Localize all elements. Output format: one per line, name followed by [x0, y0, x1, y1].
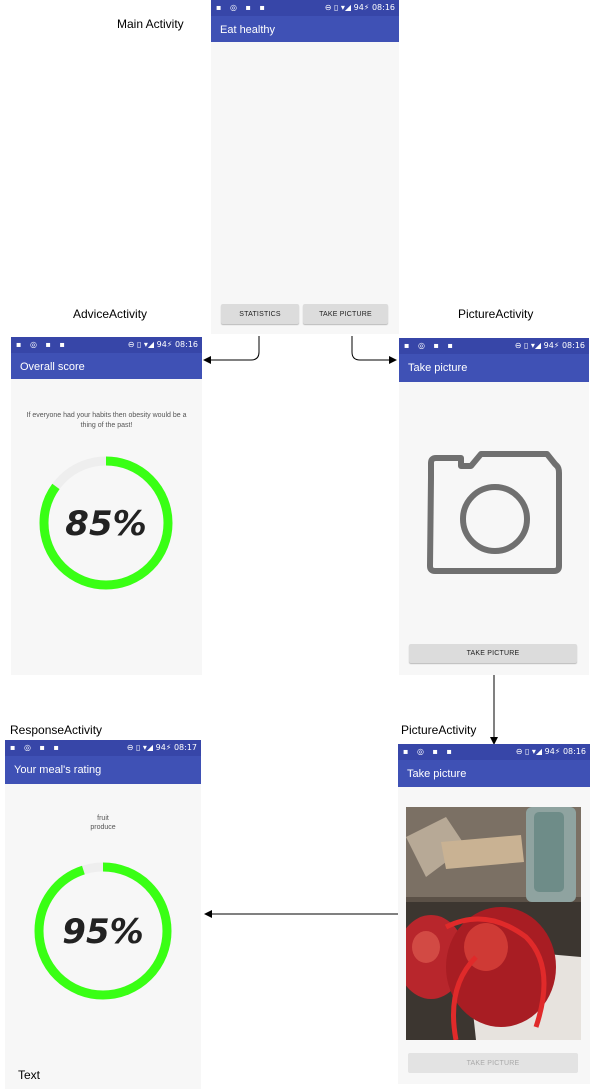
- score-ring: 95%: [34, 862, 172, 1000]
- app-bar-title: Take picture: [407, 768, 467, 780]
- response-activity-screen: ▪ ◎ ▪ ▪ ⊖ ▯ ▾◢ 94⚡ 08:17 Your meal's rat…: [5, 740, 201, 1089]
- app-bar: Take picture: [398, 760, 590, 787]
- score-value: 85%: [65, 504, 146, 544]
- status-right: ⊖ ▯ ▾◢ 94⚡ 08:16: [515, 747, 586, 756]
- camera-icon: [427, 451, 562, 574]
- take-picture-button[interactable]: TAKE PICTURE: [408, 1053, 578, 1073]
- arrow-main-to-picture: [351, 336, 397, 364]
- notification-icons: ▪ ◎ ▪ ▪: [403, 747, 455, 756]
- status-bar: ▪ ◎ ▪ ▪ ⊖ ▯ ▾◢ 94⚡ 08:16: [211, 0, 399, 16]
- status-right: ⊖ ▯ ▾◢ 94⚡ 08:16: [324, 3, 395, 12]
- picture-activity-screen: ▪ ◎ ▪ ▪ ⊖ ▯ ▾◢ 94⚡ 08:16 Take picture TA…: [399, 338, 589, 675]
- main-activity-screen: ▪ ◎ ▪ ▪ ⊖ ▯ ▾◢ 94⚡ 08:16 Eat healthy STA…: [211, 0, 399, 334]
- notification-icons: ▪ ◎ ▪ ▪: [216, 3, 268, 12]
- score-value: 95%: [62, 912, 143, 952]
- app-bar: Eat healthy: [211, 16, 399, 42]
- status-bar: ▪ ◎ ▪ ▪ ⊖ ▯ ▾◢ 94⚡ 08:16: [398, 744, 590, 760]
- take-picture-button[interactable]: TAKE PICTURE: [303, 304, 388, 324]
- arrow-main-to-advice: [203, 336, 260, 364]
- picture-result-screen: ▪ ◎ ▪ ▪ ⊖ ▯ ▾◢ 94⚡ 08:16 Take picture TA…: [398, 744, 590, 1084]
- text-note: Text: [18, 1068, 41, 1082]
- captured-photo: [406, 807, 581, 1040]
- take-picture-button[interactable]: TAKE PICTURE: [409, 644, 577, 663]
- advice-activity-screen: ▪ ◎ ▪ ▪ ⊖ ▯ ▾◢ 94⚡ 08:16 Overall score I…: [11, 337, 202, 675]
- statistics-button[interactable]: STATISTICS: [221, 304, 299, 324]
- score-ring: 85%: [39, 456, 173, 590]
- app-bar-title: Eat healthy: [220, 24, 276, 36]
